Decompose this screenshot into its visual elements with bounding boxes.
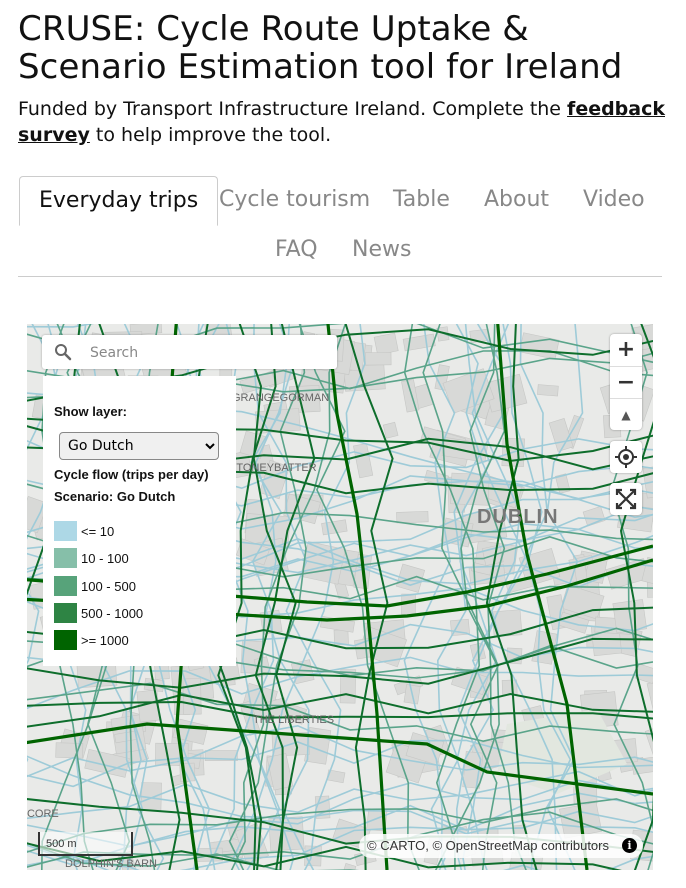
legend-title: Cycle flow (trips per day) bbox=[54, 467, 209, 482]
tab-cycle-tourism[interactable]: Cycle tourism bbox=[200, 176, 389, 226]
show-layer-label: Show layer: bbox=[54, 404, 127, 419]
legend-swatch bbox=[54, 576, 77, 596]
zoom-controls: + − ▲ bbox=[610, 334, 642, 430]
fullscreen-icon bbox=[615, 488, 637, 510]
tab-video[interactable]: Video bbox=[564, 176, 664, 226]
locate-icon bbox=[615, 446, 637, 468]
page-subtitle: Funded by Transport Infrastructure Irela… bbox=[18, 96, 668, 148]
legend-item-label: 100 - 500 bbox=[81, 579, 136, 594]
place-label-grangegorman: GRANGEGORMAN bbox=[232, 392, 330, 404]
place-label-liberties: THE LIBERTIES bbox=[253, 714, 335, 726]
map-attribution: © CARTO, © OpenStreetMap contributors i bbox=[359, 834, 643, 858]
place-label-dublin: DUBLIN bbox=[477, 506, 559, 528]
map-scale-bar: 500 m bbox=[38, 832, 133, 856]
legend-swatch bbox=[54, 630, 77, 650]
legend-item-label: 500 - 1000 bbox=[81, 606, 144, 621]
fullscreen-button[interactable] bbox=[610, 483, 642, 515]
map-search-input[interactable] bbox=[88, 341, 332, 365]
zoom-in-button[interactable]: + bbox=[610, 334, 642, 366]
legend-swatch bbox=[54, 548, 77, 568]
layer-select[interactable]: Go Dutch bbox=[59, 432, 219, 460]
search-icon bbox=[55, 344, 72, 361]
place-label-stoneybatter: STONEYBATTER bbox=[229, 462, 317, 474]
tab-table[interactable]: Table bbox=[374, 176, 469, 226]
legend-swatch bbox=[54, 521, 77, 541]
legend-scenario: Scenario: Go Dutch bbox=[54, 489, 176, 504]
tab-everyday-trips[interactable]: Everyday trips bbox=[19, 176, 219, 226]
compass-reset-button[interactable]: ▲ bbox=[610, 398, 642, 431]
subtitle-text: Funded by Transport Infrastructure Irela… bbox=[18, 98, 568, 120]
zoom-out-button[interactable]: − bbox=[610, 366, 642, 399]
map-view[interactable]: DUBLIN THE LIBERTIES GRANGEGORMAN STONEY… bbox=[27, 324, 653, 870]
geolocate-button[interactable] bbox=[610, 441, 642, 473]
tab-bar: Everyday trips Cycle tourism Table About… bbox=[18, 176, 662, 277]
info-icon[interactable]: i bbox=[622, 838, 637, 853]
tab-faq[interactable]: FAQ bbox=[256, 226, 337, 276]
legend-item-label: 10 - 100 bbox=[81, 551, 129, 566]
tab-about[interactable]: About bbox=[465, 176, 568, 226]
tab-news[interactable]: News bbox=[333, 226, 430, 276]
place-label-dolphins-barn: DOLPHIN'S BARN bbox=[65, 858, 157, 870]
page-title: CRUSE: Cycle Route Uptake & Scenario Est… bbox=[18, 9, 623, 87]
place-label-inchicore: INCHICORE bbox=[27, 808, 59, 820]
map-legend: Show layer: Go Dutch Cycle flow (trips p… bbox=[43, 376, 236, 666]
legend-swatch bbox=[54, 603, 77, 623]
legend-item-label: >= 1000 bbox=[81, 633, 129, 648]
attribution-text: © CARTO, © OpenStreetMap contributors bbox=[367, 838, 609, 853]
legend-item-label: <= 10 bbox=[81, 524, 115, 539]
map-search-box bbox=[42, 335, 337, 369]
subtitle-text-end: to help improve the tool. bbox=[89, 124, 332, 146]
